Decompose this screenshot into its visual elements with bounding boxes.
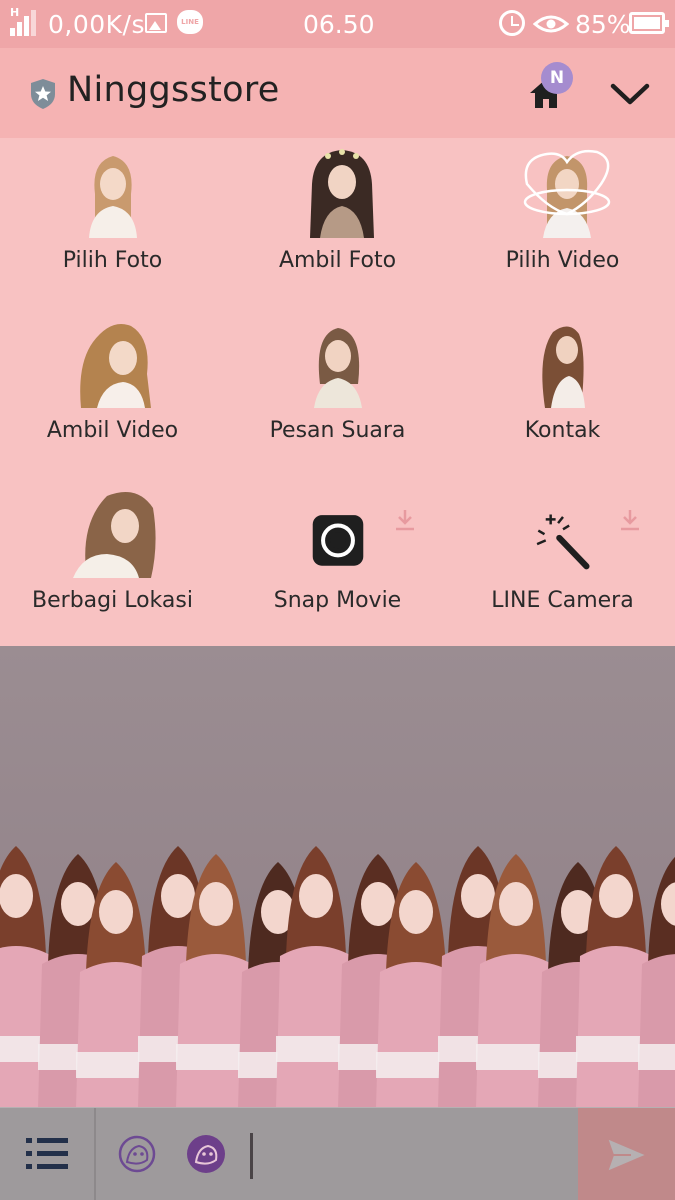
attach-take-video[interactable]: Ambil Video (0, 308, 225, 478)
message-text-field[interactable] (250, 1133, 253, 1179)
battery-percent: 85% (575, 10, 631, 39)
send-icon (605, 1136, 649, 1174)
status-bar: H 0,00K/s LINE 06.50 85% (0, 0, 675, 48)
attach-take-photo-label: Ambil Foto (278, 248, 397, 273)
attach-contact[interactable]: Kontak (450, 308, 675, 478)
download-icon[interactable] (619, 508, 641, 532)
attach-choose-photo-label: Pilih Foto (62, 248, 163, 273)
input-divider (94, 1108, 96, 1200)
girl-photo-icon (313, 328, 362, 408)
attachment-menu: Pilih Foto Ambil Foto Pilih Video Ambil … (0, 138, 675, 646)
attach-share-location-label: Berbagi Lokasi (32, 588, 193, 613)
attach-contact-label: Kontak (524, 418, 601, 443)
attach-voice-message[interactable]: Pesan Suara (225, 308, 450, 478)
girl-photo-icon (72, 492, 156, 578)
attach-voice-message-label: Pesan Suara (269, 418, 406, 443)
attach-choose-video-label: Pilih Video (505, 248, 620, 273)
attach-choose-video[interactable]: Pilih Video (450, 138, 675, 308)
battery-icon (629, 12, 669, 34)
attach-line-camera[interactable]: LINE Camera (450, 478, 675, 648)
chevron-down-icon[interactable] (610, 82, 650, 106)
eye-comfort-icon (533, 15, 569, 33)
girl-photo-icon (523, 149, 610, 238)
magic-wand-icon (536, 514, 590, 570)
girl-photo-icon (79, 324, 151, 408)
girl-photo-icon (88, 156, 137, 238)
chat-header: Ninggsstore N (0, 48, 675, 138)
gallery-notification-icon (145, 13, 167, 33)
emoticon-icon[interactable] (186, 1134, 226, 1174)
girl-photo-icon (541, 326, 585, 408)
alarm-icon (499, 10, 525, 36)
line-notification-icon: LINE (177, 10, 203, 34)
chat-background-image (0, 646, 675, 1108)
attach-share-location[interactable]: Berbagi Lokasi (0, 478, 225, 648)
signal-type-label: H (10, 6, 20, 19)
attach-take-photo[interactable]: Ambil Foto (225, 138, 450, 308)
message-input-bar (0, 1107, 675, 1200)
battery-fill (634, 17, 660, 29)
chat-title: Ninggsstore (67, 70, 280, 110)
attach-snap-movie-label: Snap Movie (273, 588, 402, 613)
snap-movie-icon (312, 515, 363, 566)
official-shield-icon (31, 79, 55, 109)
send-button[interactable] (578, 1108, 675, 1200)
attach-take-video-label: Ambil Video (46, 418, 179, 443)
clock: 06.50 (303, 10, 375, 39)
download-icon[interactable] (394, 508, 416, 532)
group-photo-illustration (0, 646, 675, 1108)
girl-photo-icon (309, 149, 374, 238)
sticker-icon[interactable] (117, 1134, 157, 1174)
network-speed: 0,00K/s (48, 10, 146, 39)
signal-icon: H (8, 6, 42, 38)
attach-line-camera-label: LINE Camera (491, 588, 634, 613)
attach-snap-movie[interactable]: Snap Movie (225, 478, 450, 648)
menu-list-icon[interactable] (24, 1134, 70, 1174)
attach-choose-photo[interactable]: Pilih Foto (0, 138, 225, 308)
home-notification-badge: N (541, 62, 573, 94)
